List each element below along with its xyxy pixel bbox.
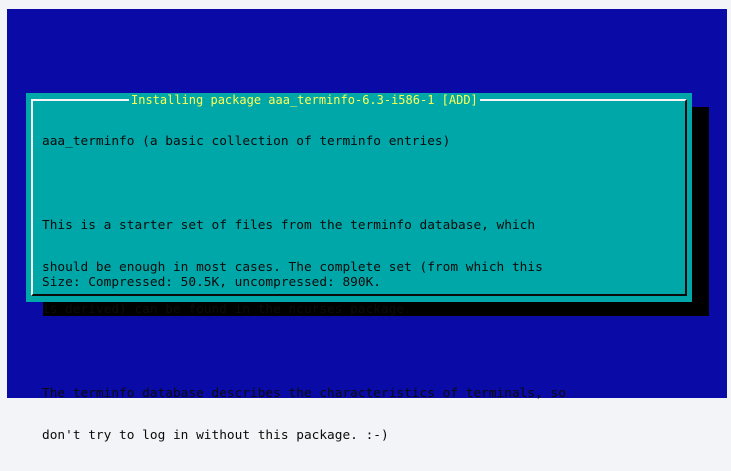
description-line: is derived) can be found in the ncurses … [42,302,412,317]
dialog-title: Installing package aaa_terminfo-6.3-i586… [129,93,480,107]
description-line: aaa_terminfo (a basic collection of term… [42,134,451,149]
description-line: don't try to log in without this package… [42,428,389,443]
description-line [42,177,682,191]
package-size: Size: Compressed: 50.5K, uncompressed: 8… [42,275,381,290]
description-line: should be enough in most cases. The comp… [42,260,543,275]
description-line [42,345,682,359]
install-dialog: Installing package aaa_terminfo-6.3-i586… [26,93,692,443]
description-line: The terminfo database describes the char… [42,386,566,401]
description-line: This is a starter set of files from the … [42,218,536,233]
